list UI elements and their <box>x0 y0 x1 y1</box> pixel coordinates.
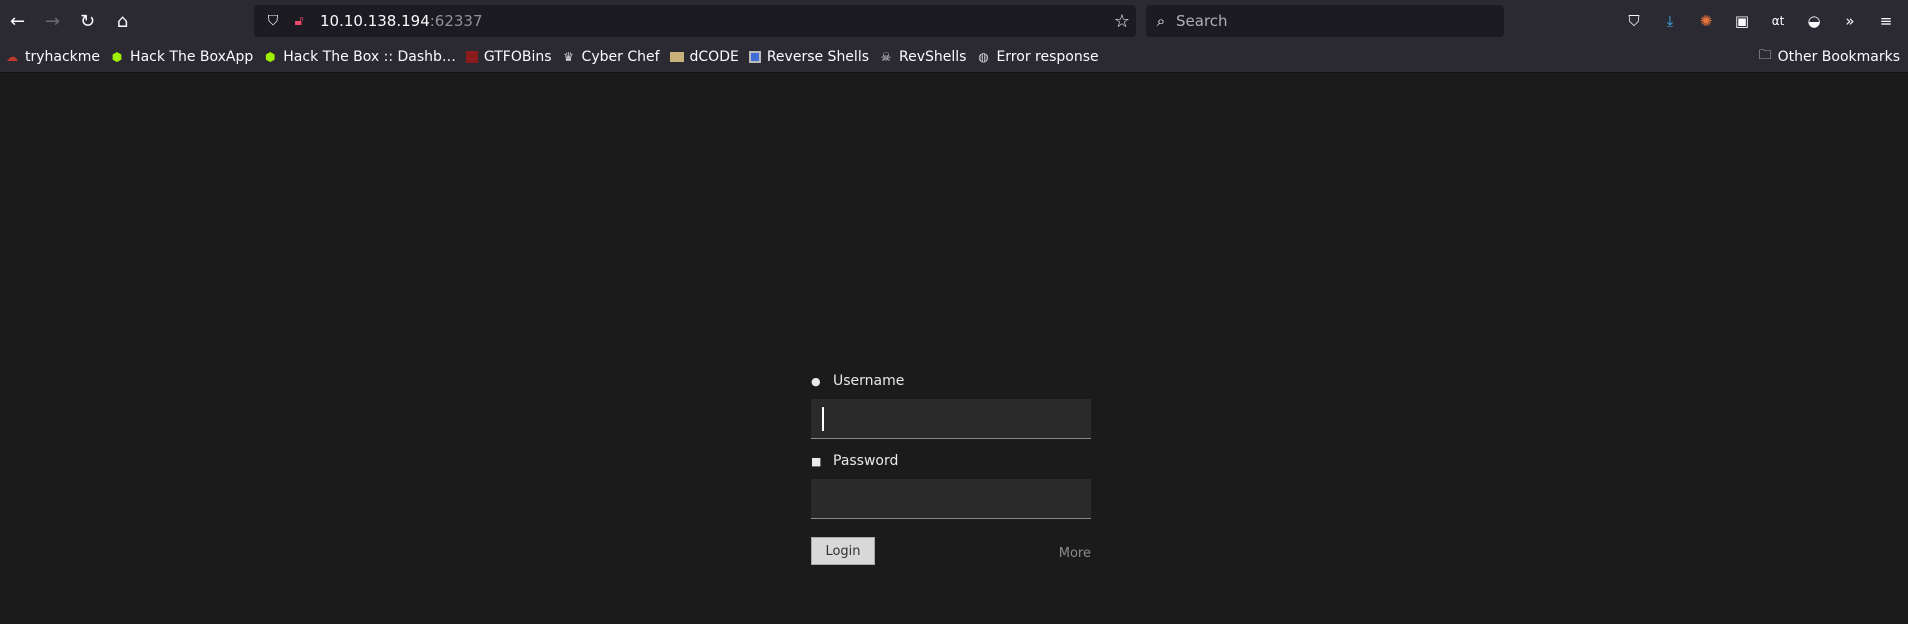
bookmark-label: Reverse Shells <box>766 49 869 65</box>
search-bar[interactable]: ⌕ Search <box>1146 5 1504 37</box>
more-link[interactable]: More <box>1059 546 1091 561</box>
reload-button[interactable]: ↻ <box>70 5 105 37</box>
cyberchef-icon: ♛ <box>563 50 574 64</box>
back-button[interactable]: ← <box>0 5 35 37</box>
search-icon: ⌕ <box>1156 12 1166 30</box>
bookmarks-bar: ☁ tryhackme ⬢ Hack The BoxApp ⬢ Hack The… <box>0 42 1908 73</box>
gtfobins-icon <box>465 51 478 63</box>
password-label-row: ■ Password <box>811 451 1091 471</box>
bookmark-label: Hack The BoxApp <box>130 49 254 65</box>
url-bar[interactable]: ⛉ 🔓︎ 10.10.138.194:62337 ☆ <box>254 5 1136 37</box>
downloads-icon[interactable]: ⤓ <box>1652 5 1688 37</box>
lock-icon: ■ <box>811 454 822 468</box>
user-icon: ● <box>811 374 821 388</box>
toolbar-extensions: ⛉ ⤓ ✺ ▣ αt ◒ » ≡ <box>1616 5 1904 37</box>
text-cursor <box>822 407 824 431</box>
bookmark-label: Error response <box>996 49 1099 65</box>
forward-button[interactable]: → <box>35 5 70 37</box>
bookmark-item[interactable]: GTFOBins <box>463 45 555 69</box>
dcode-icon <box>669 52 684 62</box>
bookmark-item[interactable]: ⬢ Hack The Box :: Dashb… <box>260 45 459 69</box>
username-label-row: ● Username <box>811 371 1091 391</box>
bookmark-label: Cyber Chef <box>581 49 660 65</box>
bookmark-label: GTFOBins <box>483 49 552 65</box>
search-placeholder: Search <box>1176 12 1228 30</box>
bookmark-item[interactable]: dCODE <box>667 45 742 69</box>
bookmark-label: Hack The Box :: Dashb… <box>283 49 456 65</box>
other-bookmarks[interactable]: 🗀︎ Other Bookmarks <box>1759 45 1900 69</box>
url-text[interactable]: 10.10.138.194:62337 <box>320 12 483 30</box>
skull-icon: ☠ <box>880 50 892 64</box>
extension-icon[interactable]: ▣ <box>1724 5 1760 37</box>
url-host: 10.10.138.194 <box>320 12 430 30</box>
wappalyzer-icon[interactable]: αt <box>1760 5 1796 37</box>
username-label: Username <box>833 373 905 389</box>
pocket-icon[interactable]: ⛉ <box>1616 5 1652 37</box>
reverse-shells-icon <box>748 51 761 63</box>
other-bookmarks-label: Other Bookmarks <box>1777 49 1900 65</box>
password-label: Password <box>833 453 899 469</box>
browser-toolbar: ← → ↻ ⌂ ⛉ 🔓︎ 10.10.138.194:62337 ☆ ⌕ Sea… <box>0 0 1908 42</box>
username-input[interactable] <box>811 399 1091 439</box>
bookmark-item[interactable]: ☁ tryhackme <box>2 45 103 69</box>
page-content: ● Username ■ Password Login More <box>0 73 1908 624</box>
bookmark-item[interactable]: ☠ RevShells <box>876 45 969 69</box>
login-button[interactable]: Login <box>811 537 875 565</box>
shield-icon[interactable]: ⛉ <box>260 13 286 29</box>
bookmark-label: RevShells <box>899 49 967 65</box>
tryhackme-icon: ☁ <box>6 50 18 64</box>
menu-icon[interactable]: ≡ <box>1868 5 1904 37</box>
bookmark-item[interactable]: Reverse Shells <box>746 45 872 69</box>
insecure-lock-icon[interactable]: 🔓︎ <box>286 13 312 29</box>
bookmark-star-icon[interactable]: ☆ <box>1114 11 1130 32</box>
bookmark-item[interactable]: ♛ Cyber Chef <box>559 45 663 69</box>
globe-icon: ◍ <box>978 50 989 64</box>
home-button[interactable]: ⌂ <box>105 5 140 37</box>
hackthebox-icon: ⬢ <box>265 50 276 64</box>
bookmark-label: tryhackme <box>25 49 101 65</box>
folder-icon: 🗀︎ <box>1758 48 1772 63</box>
bookmark-label: dCODE <box>689 49 739 65</box>
bookmark-item[interactable]: ◍ Error response <box>973 45 1101 69</box>
foxyproxy-icon[interactable]: ✺ <box>1688 5 1724 37</box>
url-port: :62337 <box>429 12 483 30</box>
password-input[interactable] <box>811 479 1091 519</box>
more-tools-icon[interactable]: » <box>1832 5 1868 37</box>
hackthebox-icon: ⬢ <box>111 50 123 64</box>
login-form: ● Username ■ Password Login More <box>811 371 1091 565</box>
bookmark-item[interactable]: ⬢ Hack The BoxApp <box>107 45 256 69</box>
hat-icon[interactable]: ◒ <box>1796 5 1832 37</box>
